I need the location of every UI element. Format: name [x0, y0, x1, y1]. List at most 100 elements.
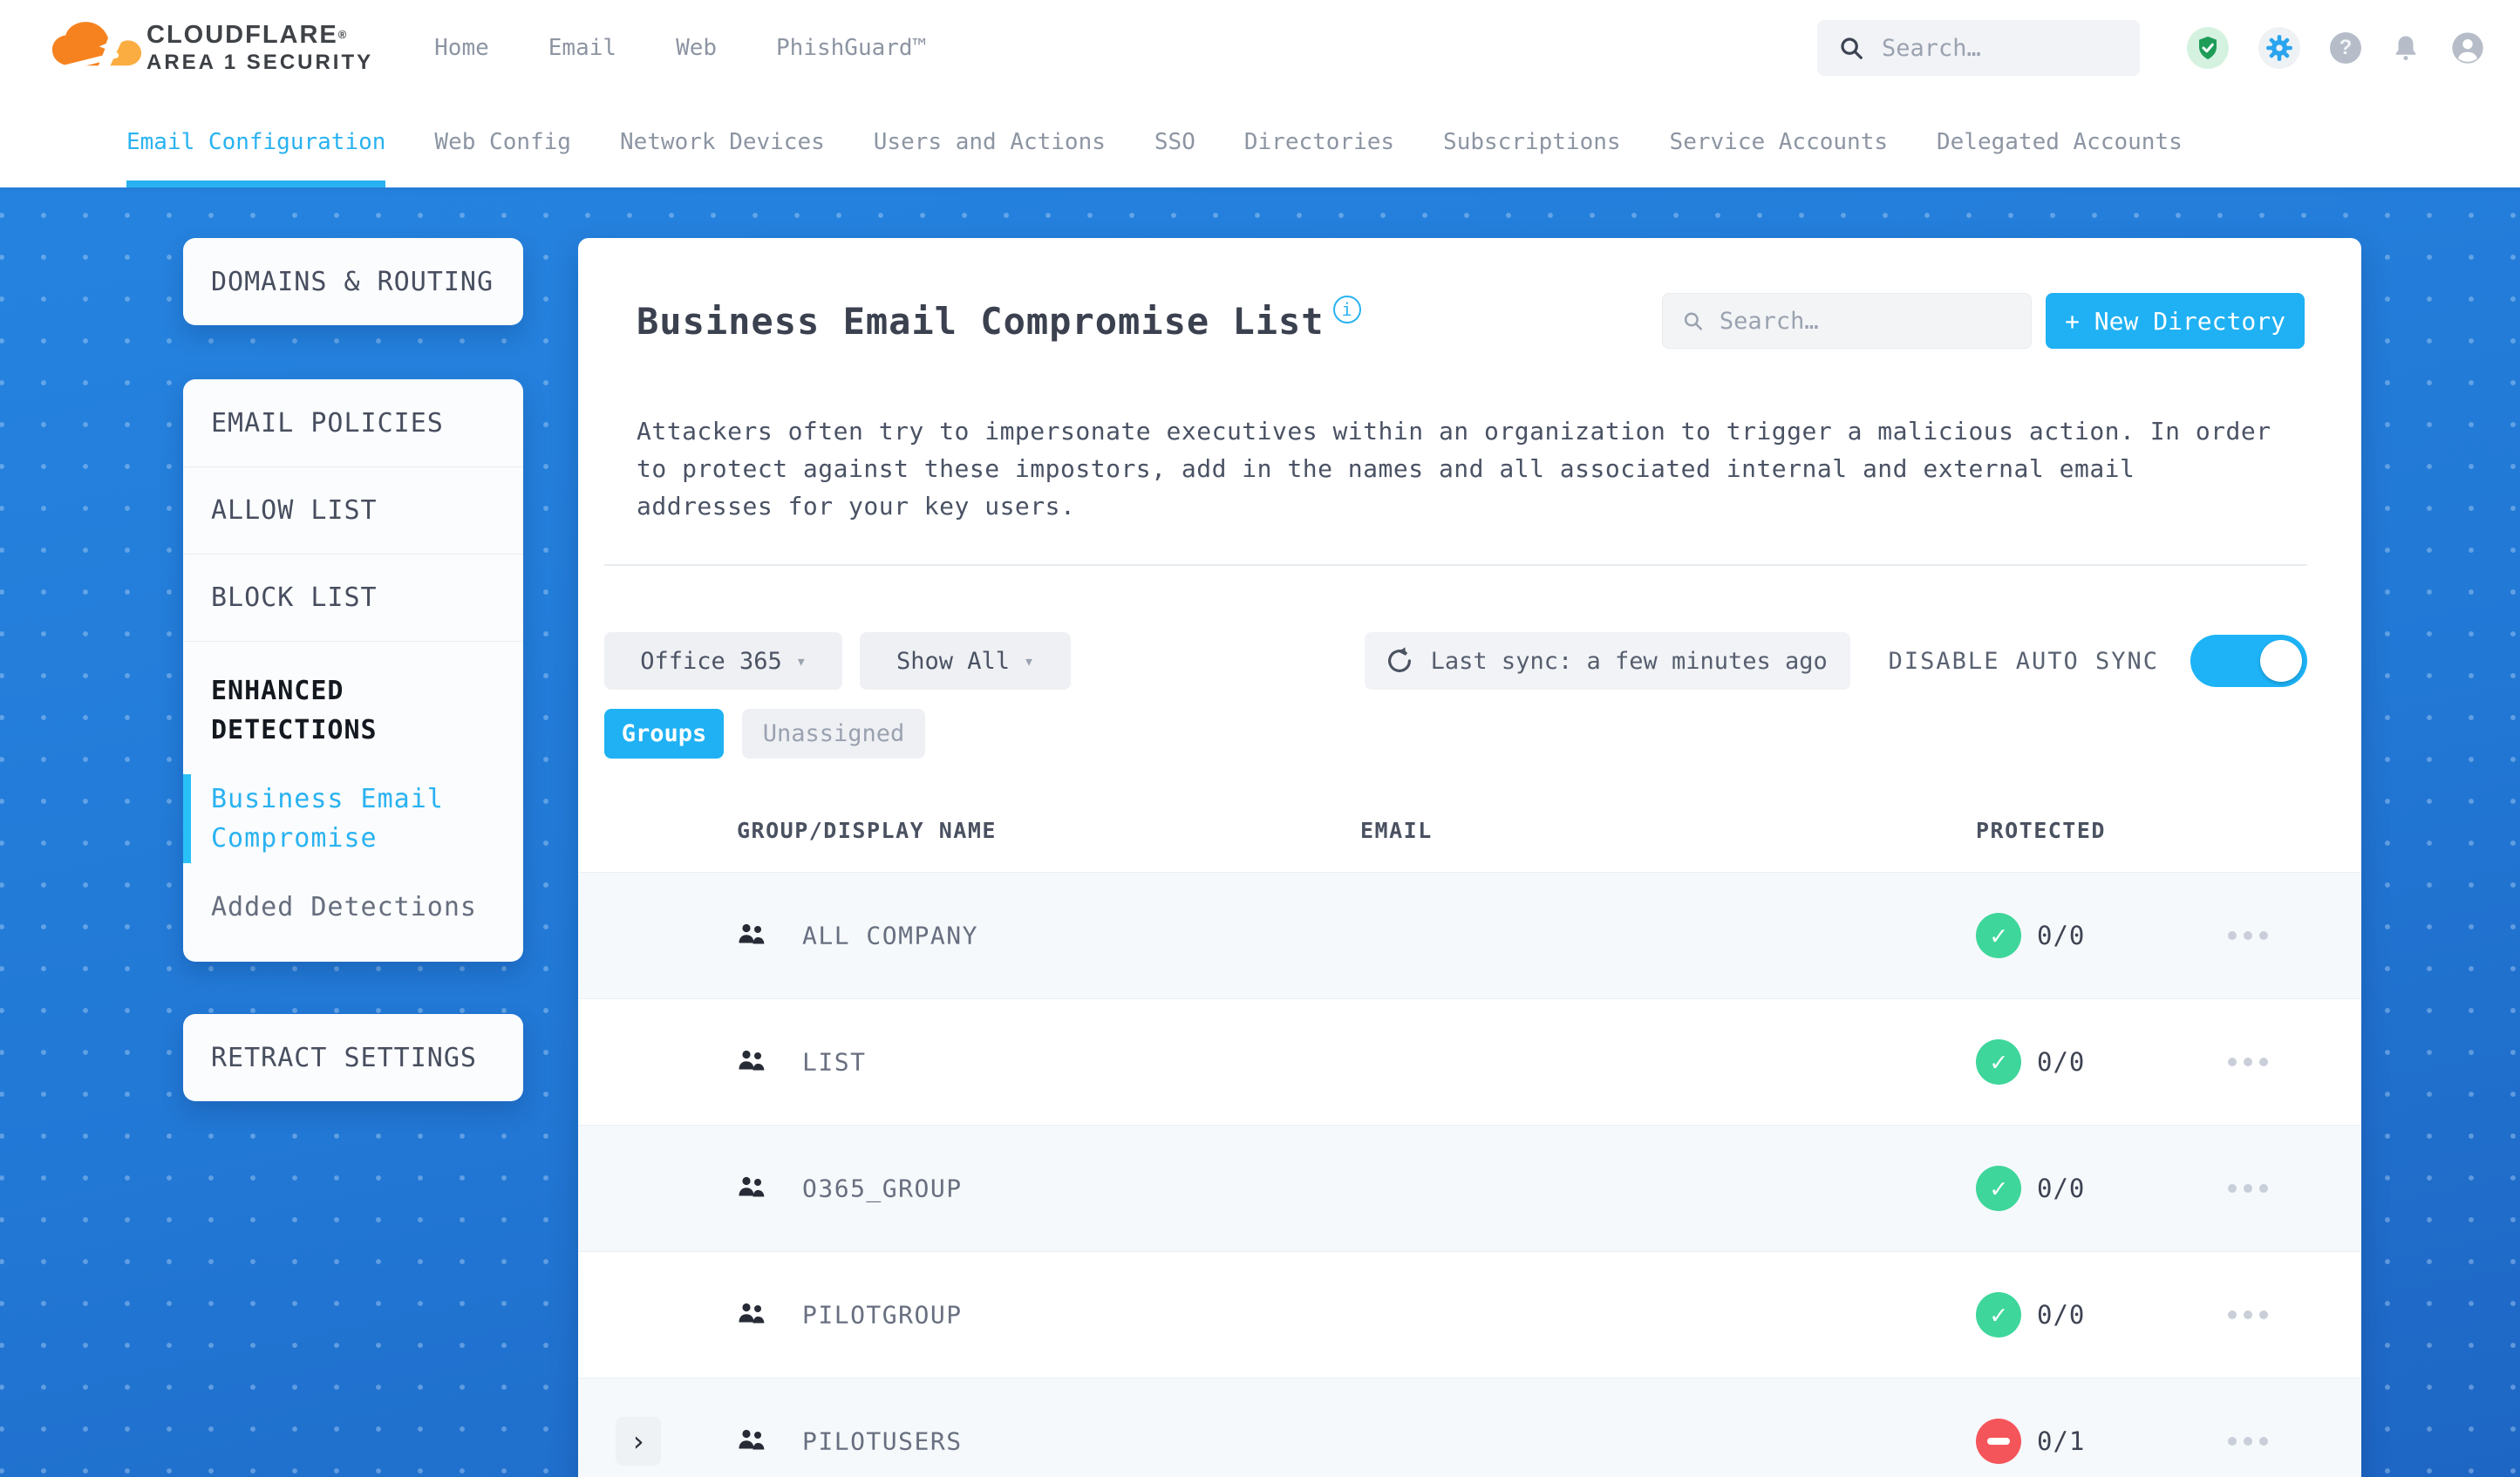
- title-row: Business Email Compromise List i + New D…: [637, 292, 2305, 350]
- search-icon: [1684, 312, 1702, 330]
- protected-check-badge: ✓: [1976, 913, 2021, 958]
- email-policies-card: EMAIL POLICIES ALLOW LIST BLOCK LIST ENH…: [183, 379, 523, 962]
- sidebar-item-added-detections[interactable]: Added Detections: [211, 888, 495, 927]
- sidebar-item-allow-list[interactable]: ALLOW LIST: [183, 466, 523, 554]
- sidebar: DOMAINS & ROUTING EMAIL POLICIES ALLOW L…: [183, 238, 523, 1101]
- protected-count: 0/0: [2037, 921, 2086, 950]
- new-directory-button[interactable]: + New Directory: [2046, 293, 2305, 349]
- row-menu-button[interactable]: [2228, 1058, 2268, 1066]
- help-icon[interactable]: ?: [2330, 32, 2361, 64]
- group-people-icon: [737, 1300, 766, 1330]
- group-people-icon: [737, 1047, 766, 1077]
- brand-subtitle: AREA 1 SECURITY: [146, 50, 374, 74]
- gear-icon[interactable]: [2258, 27, 2300, 69]
- tab-sso[interactable]: SSO: [1154, 96, 1195, 187]
- row-menu-button[interactable]: [2228, 1184, 2268, 1193]
- info-icon[interactable]: i: [1332, 296, 1361, 323]
- protected-count: 0/1: [2037, 1426, 2086, 1456]
- retract-settings-card: RETRACT SETTINGS: [183, 1014, 523, 1101]
- protected-check-badge: ✓: [1976, 1039, 2021, 1085]
- auto-sync-toggle[interactable]: [2190, 635, 2307, 687]
- brand-name: CLOUDFLARE®: [146, 20, 349, 49]
- group-name: LIST: [802, 1047, 867, 1077]
- table-row[interactable]: LIST 0/0 ✓: [578, 998, 2361, 1125]
- sidebar-item-business-email-compromise[interactable]: Business Email Compromise: [183, 774, 495, 863]
- nav-email[interactable]: Email: [548, 35, 616, 61]
- tab-groups[interactable]: Groups: [604, 709, 724, 759]
- directory-search[interactable]: [1662, 293, 2032, 349]
- auto-sync-label: DISABLE AUTO SYNC: [1888, 647, 2159, 675]
- sidebar-item-retract-settings[interactable]: RETRACT SETTINGS: [183, 1014, 523, 1101]
- directory-dropdown[interactable]: Office 365 ▾: [604, 632, 842, 690]
- table-row[interactable]: PILOTUSERS 0/1 ›: [578, 1378, 2361, 1477]
- global-search-input[interactable]: [1882, 34, 2119, 62]
- global-search[interactable]: [1817, 20, 2140, 76]
- check-icon: ✓: [1990, 1299, 2007, 1331]
- group-name: PILOTGROUP: [802, 1300, 963, 1330]
- group-people-icon: [737, 1426, 766, 1456]
- protected-count: 0/0: [2037, 1174, 2086, 1203]
- row-menu-button[interactable]: [2228, 931, 2268, 940]
- not-protected-badge: [1976, 1419, 2021, 1464]
- enhanced-detections-section: ENHANCED DETECTIONS Business Email Compr…: [183, 642, 523, 962]
- tab-web-config[interactable]: Web Config: [434, 96, 571, 187]
- row-menu-button[interactable]: [2228, 1437, 2268, 1446]
- page-description: Attackers often try to impersonate execu…: [637, 417, 2271, 521]
- content-area: DOMAINS & ROUTING EMAIL POLICIES ALLOW L…: [0, 187, 2520, 1477]
- check-icon: ✓: [1990, 920, 2007, 951]
- sidebar-item-email-policies[interactable]: EMAIL POLICIES: [183, 379, 523, 466]
- bell-icon[interactable]: [2391, 32, 2421, 64]
- nav-home[interactable]: Home: [434, 35, 489, 61]
- config-subnav: Email Configuration Web Config Network D…: [0, 96, 2520, 187]
- minus-icon: [1987, 1438, 2010, 1445]
- cloudflare-logo[interactable]: CLOUDFLARE® AREA 1 SECURITY: [51, 21, 373, 75]
- tab-users-and-actions[interactable]: Users and Actions: [874, 96, 1106, 187]
- sidebar-item-enhanced-detections[interactable]: ENHANCED DETECTIONS: [211, 671, 495, 750]
- shield-check-icon[interactable]: [2187, 27, 2229, 69]
- top-nav: Home Email Web PhishGuard™: [434, 35, 926, 61]
- bec-list-panel: Business Email Compromise List i + New D…: [578, 238, 2361, 1477]
- show-filter-dropdown[interactable]: Show All ▾: [860, 632, 1071, 690]
- group-name: PILOTUSERS: [802, 1426, 963, 1456]
- header-right: ?: [1817, 20, 2485, 76]
- protected-count: 0/0: [2037, 1300, 2086, 1330]
- protected-count: 0/0: [2037, 1047, 2086, 1077]
- table-row[interactable]: O365_GROUP 0/0 ✓: [578, 1125, 2361, 1251]
- row-menu-button[interactable]: [2228, 1310, 2268, 1319]
- tab-unassigned[interactable]: Unassigned: [742, 709, 925, 759]
- col-protected: PROTECTED: [1976, 818, 2106, 843]
- expand-row-button[interactable]: ›: [616, 1417, 661, 1466]
- sidebar-item-domains-routing[interactable]: DOMAINS & ROUTING: [183, 238, 523, 325]
- nav-web[interactable]: Web: [676, 35, 717, 61]
- user-icon[interactable]: [2450, 31, 2485, 65]
- tab-subscriptions[interactable]: Subscriptions: [1443, 96, 1621, 187]
- sidebar-item-block-list[interactable]: BLOCK LIST: [183, 554, 523, 641]
- section-divider: [604, 564, 2307, 566]
- refresh-icon: [1387, 647, 1411, 672]
- chevron-down-icon: ▾: [1024, 650, 1035, 671]
- top-header: CLOUDFLARE® AREA 1 SECURITY Home Email W…: [0, 0, 2520, 96]
- check-icon: ✓: [1990, 1046, 2007, 1078]
- nav-phishguard[interactable]: PhishGuard™: [776, 35, 926, 61]
- page-title: Business Email Compromise List: [637, 299, 1325, 343]
- tab-network-devices[interactable]: Network Devices: [620, 96, 825, 187]
- group-name: ALL COMPANY: [802, 921, 978, 950]
- directory-search-input[interactable]: [1719, 307, 2012, 335]
- table-row[interactable]: ALL COMPANY 0/0 ✓: [578, 872, 2361, 998]
- domains-routing-card: DOMAINS & ROUTING: [183, 238, 523, 325]
- tab-directories[interactable]: Directories: [1244, 96, 1394, 187]
- tab-email-configuration[interactable]: Email Configuration: [126, 96, 386, 187]
- table-header: GROUP/DISPLAY NAME EMAIL PROTECTED: [578, 811, 2361, 872]
- group-name: O365_GROUP: [802, 1174, 963, 1203]
- filter-row: Office 365 ▾ Show All ▾ Last sync: a few…: [578, 632, 2361, 690]
- tab-delegated-accounts[interactable]: Delegated Accounts: [1937, 96, 2183, 187]
- col-group-display-name: GROUP/DISPLAY NAME: [737, 818, 997, 843]
- table-row[interactable]: PILOTGROUP 0/0 ✓: [578, 1251, 2361, 1378]
- last-sync-status[interactable]: Last sync: a few minutes ago: [1364, 632, 1850, 690]
- tab-service-accounts[interactable]: Service Accounts: [1670, 96, 1888, 187]
- group-tabs: Groups Unassigned: [578, 709, 2361, 759]
- registered-mark: ®: [337, 27, 349, 41]
- group-people-icon: [737, 921, 766, 950]
- cloudflare-cloud-icon: [51, 22, 142, 73]
- chevron-down-icon: ▾: [795, 650, 807, 671]
